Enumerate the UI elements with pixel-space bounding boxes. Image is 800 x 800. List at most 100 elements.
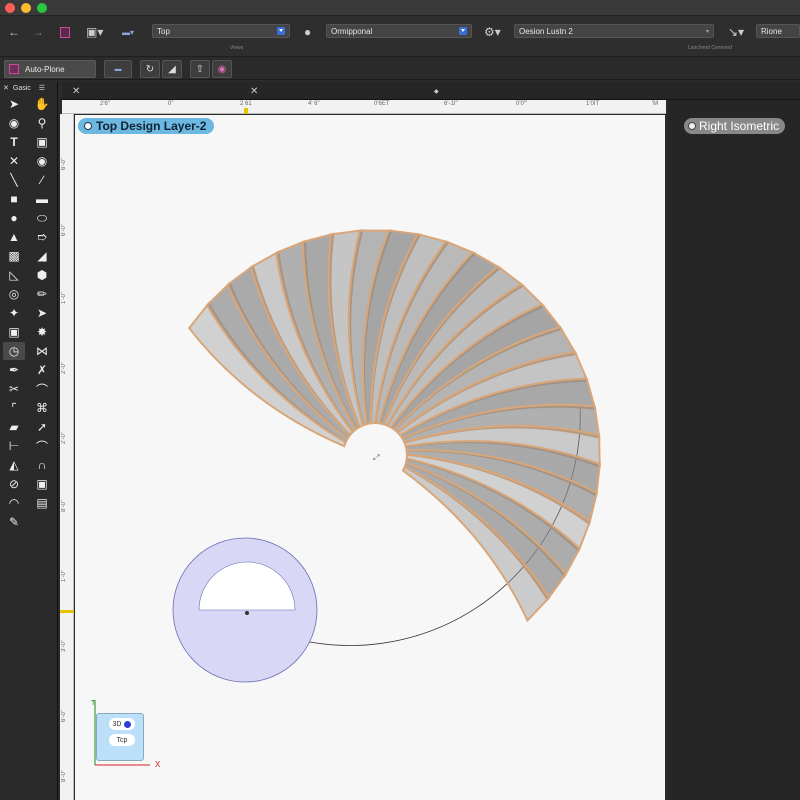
render-mode-select[interactable]: Ormipponal [326,24,472,38]
spiral-tool-icon[interactable]: ⌘ [31,399,53,417]
cross-tool-icon[interactable]: ✗ [31,361,53,379]
working-plane-button[interactable]: ▬ [104,60,132,78]
center-cursor-icon: ⤢ [372,453,379,462]
view-select[interactable]: Top [152,24,290,38]
move-tool-icon[interactable]: ➤ [31,304,53,322]
view-cube-top[interactable]: Tcp [109,734,135,746]
freehand-tool-icon[interactable]: ➱ [31,228,53,246]
no-tool-icon[interactable]: ⊘ [3,475,25,493]
flip-mode-icon[interactable]: ↻ [140,60,160,78]
palette-menu-icon[interactable]: ☰ [39,84,45,92]
film-tool-icon[interactable]: ▤ [31,494,53,512]
callout-tool-icon[interactable]: ▣ [31,133,53,151]
rounded-rectangle-tool-icon[interactable]: ▬ [31,190,53,208]
mirror-tool-icon[interactable]: ⋈ [31,342,53,360]
hatch-tool-icon[interactable]: ◎ [3,285,25,303]
document-tabs: ✕ ✕ ◆ [62,82,800,100]
view-cube-dot-icon [124,720,132,728]
sphere-tool-icon[interactable]: ✸ [31,323,53,341]
forward-arrow-icon[interactable]: → [32,25,44,39]
scissors-tool-icon[interactable]: ✂ [3,380,25,398]
view-bar: ← → ▣▾ ▬▾ Top Views ● Ormipponal ⚙▾ Oesi… [0,17,800,57]
layer-options-icon[interactable]: ⚙▾ [484,25,501,39]
zoom-tool-icon[interactable]: ⚲ [31,114,53,132]
dome-tool-icon[interactable]: ◠ [3,494,25,512]
lock-mode-icon[interactable]: ⇧ [190,60,210,78]
fillet-tool-icon[interactable]: ⌜ [3,399,25,417]
polygon-tool-icon[interactable]: ▲ [3,228,25,246]
vertical-ruler[interactable]: 6'-0" 6'-0" 1'-0" 2'-0" 2'-0" 8'-0" 1'-0… [60,114,74,800]
standard-views-icon[interactable]: ▬▾ [122,25,134,39]
dimension-tool-icon[interactable]: ⊢ [3,437,25,455]
arc-tool-icon[interactable]: ⌒ [31,380,53,398]
oval-tool-icon[interactable]: ⬭ [31,209,53,227]
zoom-window-button[interactable] [37,3,47,13]
minimize-window-button[interactable] [21,3,31,13]
tab-second[interactable]: ✕ [244,82,428,100]
snap-options-icon[interactable]: ↘▾ [728,25,744,39]
pivot-point[interactable] [245,611,249,615]
save-view-icon[interactable] [60,25,70,39]
eyedropper-tool-icon[interactable]: ✏ [31,285,53,303]
tab-add[interactable]: ◆ [428,82,448,100]
wall-tool-icon[interactable]: ▩ [3,247,25,265]
window-titlebar [0,0,800,16]
eraser-tool-icon[interactable]: ▰ [3,418,25,436]
layer-select[interactable]: Oesion Lustn 2 ▾ [514,24,714,38]
right-viewport[interactable]: Right Isometric [668,100,800,800]
roof-tool-icon[interactable]: ◺ [3,266,25,284]
text-tool-icon[interactable]: T [3,133,25,151]
connect-tool-icon[interactable]: ➚ [31,418,53,436]
tab-drawing[interactable]: ✕ [66,82,246,100]
close-window-button[interactable] [5,3,15,13]
mode-bar: Auto-Plone ▬ ↻ ◢ ⇧ ◉ [0,58,800,80]
symbol-tool-icon[interactable]: ◉ [31,152,53,170]
x-axis-label: X [155,760,161,769]
view-label-text: Top Design Layer-2 [96,119,207,133]
view-cube-3d[interactable]: 3D [109,718,135,730]
plane-icon [9,64,19,74]
target-mode-icon[interactable]: ◉ [212,60,232,78]
back-arrow-icon[interactable]: ← [8,25,20,39]
extrude-tool-icon[interactable]: ▣ [3,323,25,341]
rectangle-tool-icon[interactable]: ■ [3,190,25,208]
hexagon-tool-icon[interactable]: ⬢ [31,266,53,284]
spiral-stair-drawing[interactable]: ⤢ T X [75,115,665,800]
line-tool-icon[interactable]: ╲ [3,171,25,189]
flyover-tool-icon[interactable]: ◉ [3,114,25,132]
pan-tool-icon[interactable]: ✋ [31,95,53,113]
circle-tool-icon[interactable]: ● [3,209,25,227]
layer-caption: Lanchend Centered [688,45,732,51]
render-mode-icon[interactable]: ● [304,25,311,39]
close-tab-icon[interactable]: ✕ [250,86,258,97]
locus-tool-icon[interactable]: ✕ [3,152,25,170]
shape-tool-icon[interactable]: ◢ [31,247,53,265]
pen-tool-icon[interactable]: ✒ [3,361,25,379]
view-label-right[interactable]: Right Isometric [684,118,786,134]
view-indicator-icon [84,122,92,130]
view-indicator-icon [688,122,696,130]
views-caption: Views [230,45,244,51]
double-line-tool-icon[interactable]: ∕ [31,171,53,189]
view-label-top[interactable]: Top Design Layer-2 [78,118,215,134]
close-tab-icon[interactable]: ✕ [72,86,80,97]
auto-plane-button[interactable]: Auto-Plone [4,60,96,78]
camera-tool-icon[interactable]: ▣ [31,475,53,493]
selection-tool-icon[interactable]: ➤ [3,95,25,113]
wand-tool-icon[interactable]: ✦ [3,304,25,322]
y-axis-label: T [91,700,96,707]
drawing-canvas[interactable]: ⤢ T X [75,115,665,800]
palette-title: Gasic [12,84,31,92]
rotate-tool-icon[interactable]: ◷ [3,342,25,360]
horizontal-ruler[interactable]: 2'6" 0" 2 61 4' 6" 0'6ET 6'-1I" 0'0'" 1'… [62,100,666,114]
trim-tool-icon[interactable]: ◭ [3,456,25,474]
curve-tool-icon[interactable]: ⌒ [31,437,53,455]
align-mode-icon[interactable]: ◢ [162,60,182,78]
class-select[interactable]: Rione [756,24,800,38]
view-cube-widget[interactable]: 3D Tcp [96,713,144,761]
loft-tool-icon[interactable]: ∩ [31,456,53,474]
page-settings-icon[interactable]: ▣▾ [86,25,103,39]
close-palette-icon[interactable]: ✕ [3,84,9,92]
tool-palette: ✕ Gasic ☰ ➤ ✋ ◉ ⚲ T ▣ ✕ ◉ ╲ ∕ ■ ▬ ● ⬭ ▲ … [0,82,58,800]
marker-tool-icon[interactable]: ✎ [3,513,25,531]
